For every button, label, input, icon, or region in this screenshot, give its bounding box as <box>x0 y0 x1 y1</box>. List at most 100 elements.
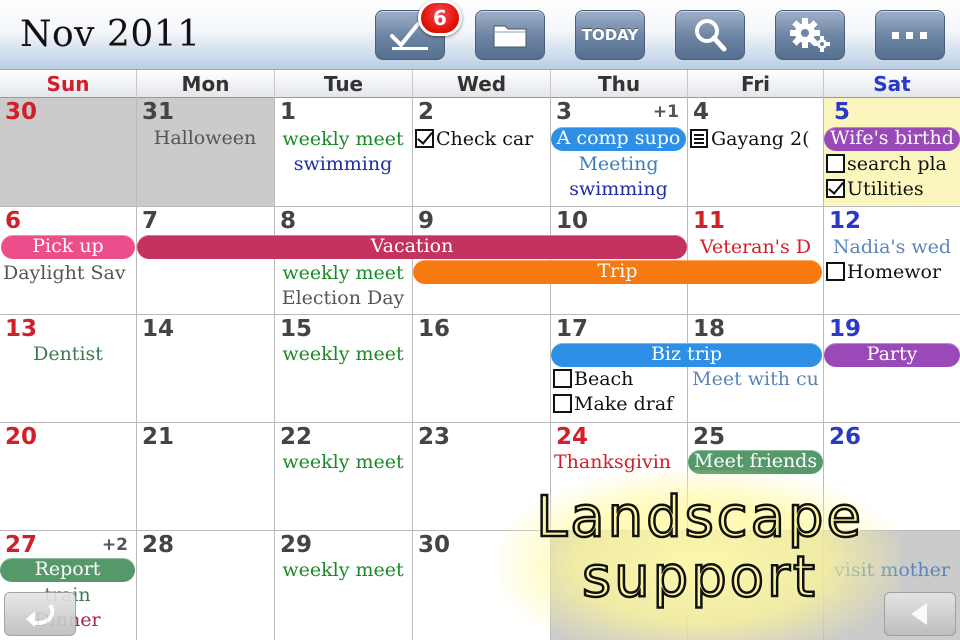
today-label: TODAY <box>581 26 639 44</box>
todo-make-draft[interactable]: Make draf <box>553 392 687 416</box>
day-cell[interactable]: 19 Party <box>824 315 960 423</box>
today-button[interactable]: TODAY <box>575 10 645 60</box>
event-party[interactable]: Party <box>824 343 960 367</box>
day-number: 16 <box>418 316 451 342</box>
event-nadias-wedding[interactable]: Nadia's wed <box>824 235 960 259</box>
day-number: 7 <box>142 208 159 234</box>
day-number: 22 <box>280 424 313 450</box>
more-button[interactable] <box>875 10 945 60</box>
event-report[interactable]: Report <box>0 558 135 582</box>
todo-label: Make draf <box>574 393 674 415</box>
search-button[interactable] <box>675 10 745 60</box>
event-weekly-meet[interactable]: weekly meet <box>275 558 411 582</box>
weekday-wed: Wed <box>413 70 551 98</box>
day-number: 21 <box>142 424 175 450</box>
day-number: 9 <box>418 208 435 234</box>
day-cell[interactable]: 12 Nadia's wed Homewor <box>824 207 960 315</box>
day-cell[interactable]: 17 Beach Make draf <box>551 315 688 423</box>
day-number: 18 <box>693 316 726 342</box>
checkbox-icon[interactable] <box>826 154 845 173</box>
day-number: 8 <box>280 208 297 234</box>
promo-text: Landscape support <box>500 486 900 609</box>
event-trip[interactable]: Trip <box>413 260 822 284</box>
back-button[interactable] <box>4 592 76 636</box>
event-halloween[interactable]: Halloween <box>137 126 273 150</box>
event-wifes-birthday[interactable]: Wife's birthd <box>824 127 960 151</box>
weekday-sat: Sat <box>873 72 911 96</box>
back-arrow-icon <box>26 603 55 627</box>
day-cell[interactable]: 6 Daylight Sav <box>0 207 137 315</box>
checkbox-icon[interactable] <box>553 394 572 413</box>
day-cell[interactable]: 21 <box>137 423 275 531</box>
weekday-tue: Tue <box>275 70 413 98</box>
event-thanksgiving[interactable]: Thanksgivin <box>554 450 687 474</box>
event-dentist[interactable]: Dentist <box>0 342 136 366</box>
day-cell[interactable]: 2 Check car <box>413 98 551 207</box>
checkbox-icon[interactable] <box>553 369 572 388</box>
day-number: 25 <box>693 424 726 450</box>
todo-beach[interactable]: Beach <box>553 367 687 391</box>
event-weekly-meet[interactable]: weekly meet <box>275 342 411 366</box>
day-cell[interactable]: 29 weekly meet <box>275 531 413 640</box>
weekday-fri: Fri <box>688 70 824 98</box>
todo-label: Check car <box>436 128 534 150</box>
event-weekly-meet[interactable]: weekly meet <box>275 127 411 151</box>
todo-homework[interactable]: Homewor <box>826 260 960 284</box>
day-cell[interactable]: 20 <box>0 423 137 531</box>
day-cell[interactable]: 28 <box>137 531 275 640</box>
more-events-count[interactable]: +2 <box>102 535 128 555</box>
day-number: 28 <box>142 532 175 558</box>
day-number: 1 <box>280 99 297 125</box>
todo-count-badge: 6 <box>418 0 462 36</box>
day-cell[interactable]: 8 weekly meet Election Day <box>275 207 413 315</box>
memo-gayang[interactable]: Gayang 2( <box>690 127 822 151</box>
event-pick-up[interactable]: Pick up <box>1 235 135 259</box>
event-daylight-saving[interactable]: Daylight Sav <box>3 261 136 285</box>
event-weekly-meet[interactable]: weekly meet <box>275 450 411 474</box>
event-meeting[interactable]: Meeting <box>551 152 686 176</box>
left-arrow-icon <box>911 603 927 625</box>
event-election-day[interactable]: Election Day <box>275 286 411 310</box>
checkbox-icon[interactable] <box>826 262 845 281</box>
day-cell[interactable]: 4 Gayang 2( <box>688 98 824 207</box>
gear-icon <box>790 18 830 52</box>
more-events-count[interactable]: +1 <box>653 102 679 122</box>
todo-utilities[interactable]: Utilities <box>826 177 960 201</box>
folder-button[interactable] <box>475 10 545 60</box>
day-number: 30 <box>5 99 38 125</box>
weekday-header: Sun Mon Tue Wed Thu Fri Sat <box>0 70 960 98</box>
day-number: 2 <box>418 99 435 125</box>
todo-check-car[interactable]: Check car <box>415 127 549 151</box>
checked-box-icon[interactable] <box>415 129 434 148</box>
event-comp-supo[interactable]: A comp supo <box>551 127 686 151</box>
todo-search-pla[interactable]: search pla <box>826 152 960 176</box>
day-cell[interactable]: 31 Halloween <box>137 98 275 207</box>
event-biz-trip[interactable]: Biz trip <box>551 343 822 367</box>
event-meet-with-cu[interactable]: Meet with cu <box>688 367 823 391</box>
day-number: 15 <box>280 316 313 342</box>
day-cell[interactable]: 14 <box>137 315 275 423</box>
day-cell[interactable]: 3 +1 A comp supo Meeting swimming <box>551 98 688 207</box>
event-meet-friends[interactable]: Meet friends <box>688 450 823 474</box>
prev-button[interactable] <box>884 592 956 636</box>
day-number: 3 <box>556 99 573 125</box>
day-cell[interactable]: 1 weekly meet swimming <box>275 98 413 207</box>
day-cell[interactable]: 18 Meet with cu <box>688 315 824 423</box>
day-cell[interactable]: 7 <box>137 207 275 315</box>
event-vacation[interactable]: Vacation <box>137 235 687 259</box>
day-cell[interactable]: 22 weekly meet <box>275 423 413 531</box>
day-cell[interactable]: 15 weekly meet <box>275 315 413 423</box>
settings-button[interactable] <box>775 10 845 60</box>
event-swimming[interactable]: swimming <box>275 152 411 176</box>
event-weekly-meet[interactable]: weekly meet <box>275 261 411 285</box>
day-number: 14 <box>142 316 175 342</box>
day-cell[interactable]: 16 <box>413 315 551 423</box>
day-cell[interactable]: 30 <box>0 98 137 207</box>
day-number: 30 <box>418 532 451 558</box>
checked-box-icon[interactable] <box>826 179 845 198</box>
day-number: 26 <box>829 424 862 450</box>
day-cell-today[interactable]: 5 Wife's birthd search pla Utilities <box>824 98 960 207</box>
event-veterans-day[interactable]: Veteran's D <box>688 235 823 259</box>
event-swimming[interactable]: swimming <box>551 177 686 201</box>
day-cell[interactable]: 13 Dentist <box>0 315 137 423</box>
